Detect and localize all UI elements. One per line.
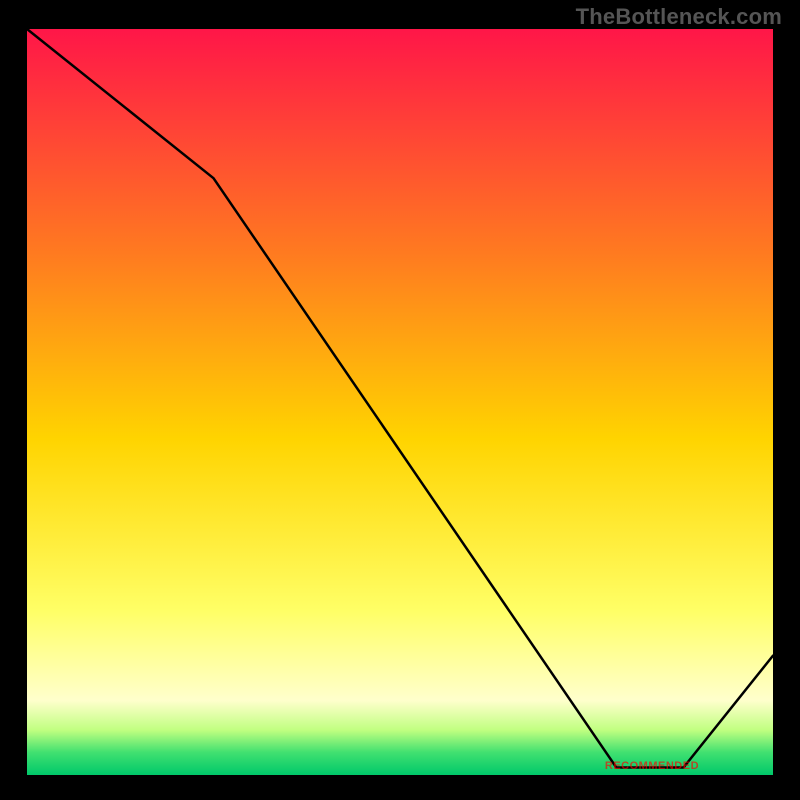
bottleneck-curve xyxy=(27,29,773,775)
plot-area: RECOMMENDED xyxy=(24,26,776,778)
chart-frame: TheBottleneck.com RECOMMENDED xyxy=(0,0,800,800)
recommended-label: RECOMMENDED xyxy=(605,760,699,772)
